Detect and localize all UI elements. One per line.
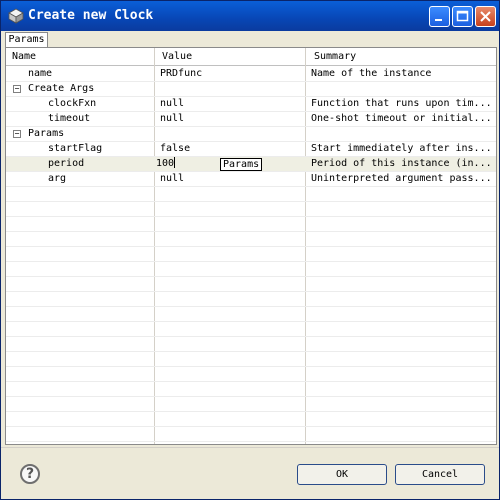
minimize-button[interactable] — [429, 6, 450, 27]
collapse-icon[interactable]: − — [13, 85, 21, 93]
tab-strip: Params — [5, 32, 497, 47]
minimize-icon — [435, 19, 442, 21]
row-value[interactable]: false — [160, 142, 190, 157]
row-name: Create Args — [28, 83, 95, 94]
row-summary: Function that runs upon tim... — [311, 98, 492, 109]
table-row-group[interactable]: − Create Args — [6, 82, 496, 97]
app-cube-icon — [8, 8, 24, 24]
row-name: clockFxn — [48, 98, 97, 109]
maximize-icon — [456, 10, 469, 22]
close-button[interactable] — [475, 6, 496, 27]
row-value[interactable]: null — [160, 97, 184, 112]
tab-params[interactable]: Params — [5, 32, 48, 47]
column-header-value[interactable]: Value — [156, 48, 306, 65]
empty-row — [6, 337, 496, 352]
empty-row — [6, 352, 496, 367]
empty-row — [6, 397, 496, 412]
help-icon[interactable]: ? — [20, 464, 40, 484]
empty-row — [6, 247, 496, 262]
row-value[interactable]: null — [160, 112, 184, 127]
column-header-name[interactable]: Name — [6, 48, 154, 65]
row-summary: Uninterpreted argument pass... — [311, 173, 492, 184]
dialog-window: Create new Clock Params Name Value Summa… — [0, 0, 500, 500]
column-header-summary[interactable]: Summary — [308, 48, 496, 65]
row-name: period — [48, 158, 85, 169]
text-cursor — [174, 157, 176, 168]
table-row-group[interactable]: − Params — [6, 127, 496, 142]
empty-row — [6, 277, 496, 292]
row-summary: Start immediately after ins... — [311, 143, 492, 154]
collapse-icon[interactable]: − — [13, 130, 21, 138]
cancel-button[interactable]: Cancel — [395, 464, 485, 485]
properties-table: Name Value Summary name PRDfunc Name of … — [5, 47, 497, 445]
table-row[interactable]: timeout null One-shot timeout or initial… — [6, 112, 496, 127]
row-value-editor[interactable]: 100 — [156, 157, 176, 172]
empty-row — [6, 307, 496, 322]
ok-button[interactable]: OK — [297, 464, 387, 485]
row-value[interactable]: null — [160, 172, 184, 187]
tooltip: Params — [220, 158, 262, 171]
empty-row — [6, 187, 496, 202]
row-summary: Name of the instance — [311, 68, 432, 79]
row-name: name — [28, 68, 53, 79]
table-row[interactable]: startFlag false Start immediately after … — [6, 142, 496, 157]
row-name: timeout — [48, 113, 91, 124]
close-icon — [480, 11, 491, 22]
footer-divider — [1, 447, 499, 448]
empty-row — [6, 232, 496, 247]
empty-row — [6, 322, 496, 337]
empty-row — [6, 367, 496, 382]
title-bar[interactable]: Create new Clock — [1, 1, 499, 31]
row-summary: Period of this instance (in... — [311, 158, 492, 169]
empty-row — [6, 292, 496, 307]
row-value-input[interactable]: 100 — [156, 158, 174, 169]
row-name: arg — [48, 173, 67, 184]
empty-row — [6, 427, 496, 442]
row-name: startFlag — [48, 143, 103, 154]
table-row[interactable]: name PRDfunc Name of the instance — [6, 67, 496, 82]
empty-row — [6, 262, 496, 277]
table-header: Name Value Summary — [6, 48, 496, 66]
table-row[interactable]: arg null Uninterpreted argument pass... — [6, 172, 496, 187]
empty-row — [6, 217, 496, 232]
empty-row — [6, 202, 496, 217]
row-name: Params — [28, 128, 65, 139]
maximize-button[interactable] — [452, 6, 473, 27]
window-title: Create new Clock — [28, 8, 154, 23]
table-row[interactable]: clockFxn null Function that runs upon ti… — [6, 97, 496, 112]
empty-row — [6, 412, 496, 427]
row-value[interactable]: PRDfunc — [160, 67, 202, 82]
row-summary: One-shot timeout or initial... — [311, 113, 492, 124]
empty-row — [6, 382, 496, 397]
